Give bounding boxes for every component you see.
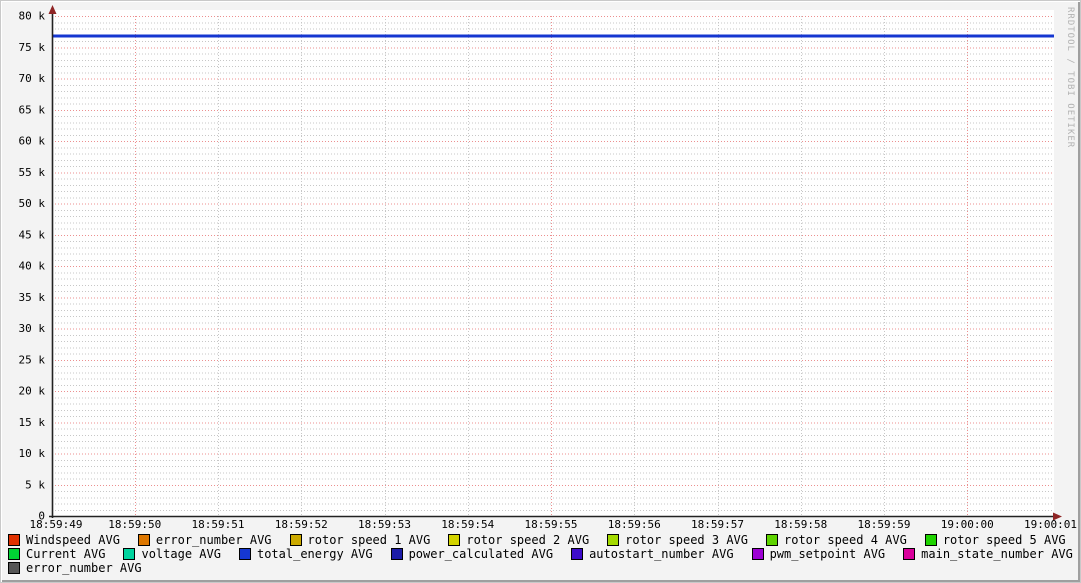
- x-tick-label: 18:59:49: [30, 518, 83, 531]
- legend-label: voltage AVG: [141, 547, 221, 561]
- x-tick-label: 18:59:50: [108, 518, 161, 531]
- plot-canvas: [53, 10, 1054, 516]
- legend-swatch-icon: [751, 548, 764, 560]
- x-tick-label: 18:59:54: [441, 518, 494, 531]
- legend-swatch-icon: [137, 534, 150, 546]
- legend-item: pwm_setpoint AVG: [751, 547, 886, 561]
- y-tick-label: 40 k: [19, 260, 46, 273]
- legend-item: rotor speed 1 AVG: [289, 533, 431, 547]
- legend-item: Current AVG: [8, 547, 105, 561]
- legend-item: rotor speed 3 AVG: [607, 533, 748, 547]
- y-tick-label: 35 k: [19, 291, 46, 304]
- legend-item: main_state_number AVG: [903, 547, 1073, 561]
- legend-swatch-icon: [289, 534, 302, 546]
- y-tick-label: 20 k: [19, 385, 46, 398]
- x-tick-label: 18:59:55: [525, 518, 578, 531]
- legend-label: rotor speed 1 AVG: [307, 533, 431, 547]
- x-tick-label: 18:59:58: [774, 518, 827, 531]
- legend-item: total_energy AVG: [238, 547, 373, 561]
- y-tick-label: 70 k: [19, 72, 46, 85]
- legend-item: rotor speed 2 AVG: [448, 533, 589, 547]
- legend-swatch-icon: [238, 548, 251, 560]
- y-tick-label: 15 k: [19, 416, 46, 429]
- legend-label: Windspeed AVG: [26, 533, 120, 547]
- y-tick-label: 80 k: [19, 10, 46, 23]
- y-tick-label: 60 k: [19, 135, 46, 148]
- x-tick-label: 19:00:01: [1024, 518, 1077, 531]
- y-tick-label: 65 k: [19, 103, 46, 116]
- x-tick-label: 18:59:59: [858, 518, 911, 531]
- legend-label: rotor speed 3 AVG: [625, 533, 748, 547]
- legend-swatch-icon: [924, 534, 937, 546]
- legend-swatch-icon: [903, 548, 916, 560]
- legend-row: Current AVG voltage AVG total_energy AVG po…: [8, 547, 1078, 561]
- y-tick-label: 10 k: [19, 447, 46, 460]
- y-tick-label: 5 k: [25, 478, 45, 491]
- rrdtool-watermark: RRDTOOL / TOBI OETIKER: [1065, 7, 1075, 149]
- legend-item: Windspeed AVG: [8, 533, 120, 547]
- legend-item: error_number AVG: [137, 533, 272, 547]
- y-tick-label: 55 k: [19, 166, 46, 179]
- x-tick-label: 19:00:00: [941, 518, 994, 531]
- legend-row: Windspeed AVG error_number AVG rotor speed…: [8, 533, 1078, 547]
- legend-swatch-icon: [8, 534, 20, 546]
- legend-item: rotor speed 5 AVG: [924, 533, 1066, 547]
- legend: Windspeed AVG error_number AVG rotor speed…: [8, 533, 1078, 575]
- legend-item: voltage AVG: [123, 547, 221, 561]
- y-tick-label: 30 k: [19, 322, 46, 335]
- y-tick-label: 75 k: [19, 41, 46, 54]
- x-tick-label: 18:59:52: [275, 518, 328, 531]
- legend-label: main_state_number AVG: [921, 547, 1073, 561]
- legend-swatch-icon: [571, 548, 584, 560]
- y-tick-label: 45 k: [19, 228, 46, 241]
- legend-swatch-icon: [8, 562, 20, 574]
- y-tick-label: 50 k: [19, 197, 46, 210]
- legend-swatch-icon: [390, 548, 403, 560]
- legend-row: error_number AVG: [8, 561, 1078, 575]
- legend-swatch-icon: [766, 534, 778, 546]
- legend-swatch-icon: [123, 548, 136, 560]
- legend-label: pwm_setpoint AVG: [769, 547, 886, 561]
- legend-label: error_number AVG: [26, 561, 142, 575]
- x-tick-label: 18:59:51: [192, 518, 245, 531]
- legend-label: total_energy AVG: [256, 547, 373, 561]
- x-tick-label: 18:59:56: [608, 518, 661, 531]
- x-tick-label: 18:59:57: [691, 518, 744, 531]
- y-tick-label: 25 k: [19, 353, 46, 366]
- legend-label: rotor speed 4 AVG: [784, 533, 907, 547]
- legend-label: Current AVG: [26, 547, 106, 561]
- legend-item: autostart_number AVG: [571, 547, 734, 561]
- legend-swatch-icon: [8, 548, 20, 560]
- legend-label: rotor speed 2 AVG: [466, 533, 590, 547]
- legend-item: power_calculated AVG: [390, 547, 554, 561]
- legend-label: autostart_number AVG: [589, 547, 734, 561]
- legend-item: error_number AVG: [8, 561, 142, 575]
- rrdtool-graph: 05 k 10 k 15 k 20 k 25 k 30 k 35 k 40 k 45 k 50 k…: [0, 0, 1081, 583]
- x-tick-label: 18:59:53: [358, 518, 411, 531]
- legend-label: rotor speed 5 AVG: [942, 533, 1066, 547]
- legend-item: rotor speed 4 AVG: [766, 533, 907, 547]
- legend-swatch-icon: [448, 534, 461, 546]
- legend-label: error_number AVG: [155, 533, 272, 547]
- chart-svg: 05 k10 k15 k20 k25 k30 k35 k40 k45 k50 k…: [19, 5, 1077, 531]
- legend-label: power_calculated AVG: [408, 547, 554, 561]
- y-axis-arrow-icon: [48, 5, 57, 14]
- legend-swatch-icon: [607, 534, 620, 546]
